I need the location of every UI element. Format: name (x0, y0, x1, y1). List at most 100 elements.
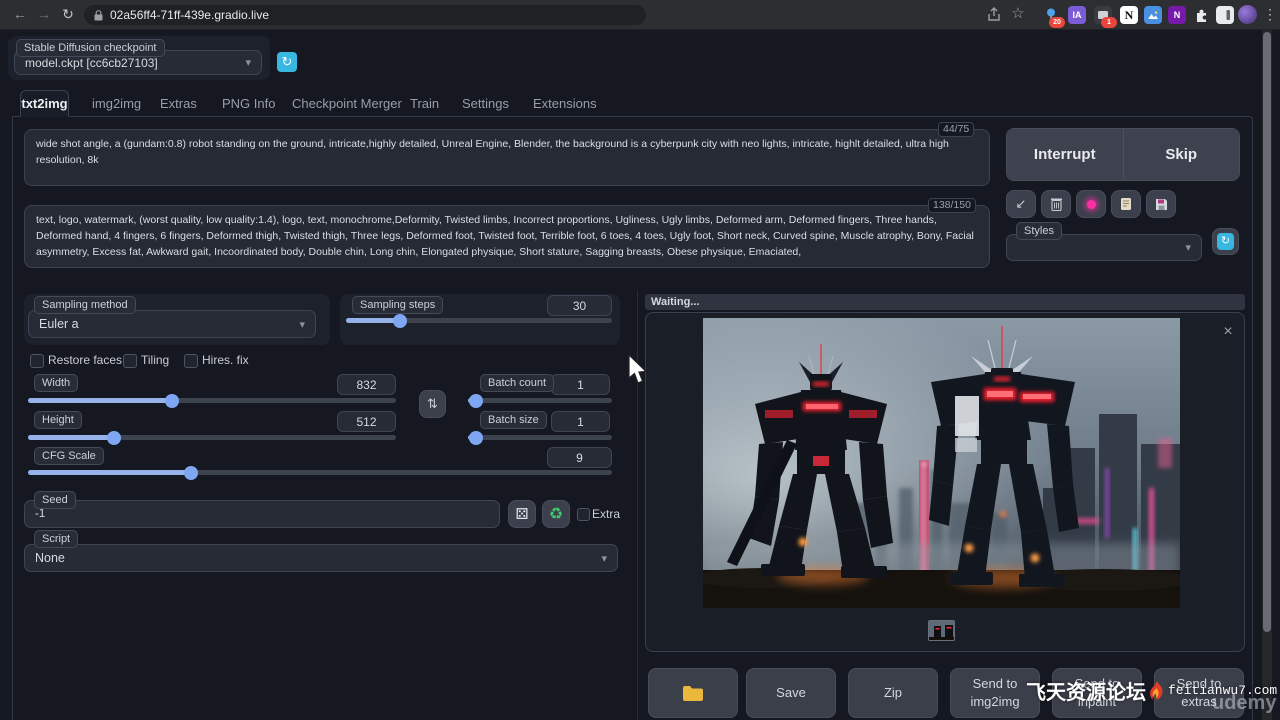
prompt-textarea[interactable]: wide shot angle, a (gundam:0.8) robot st… (24, 129, 990, 186)
tab-extensions[interactable]: Extensions (533, 91, 597, 116)
hires-fix-label: Hires. fix (202, 353, 249, 367)
refresh-checkpoint-button[interactable]: ↻ (277, 52, 297, 72)
negative-prompt-textarea[interactable]: text, logo, watermark, (worst quality, l… (24, 205, 990, 268)
save-button[interactable]: Save (746, 668, 836, 718)
restore-faces-checkbox[interactable] (30, 354, 44, 368)
tab-train[interactable]: Train (410, 91, 439, 116)
tab-txt2img[interactable]: txt2img (20, 90, 69, 117)
tiling-label: Tiling (141, 353, 169, 367)
watermark-site-text: 飞天资源论坛 (1026, 676, 1146, 705)
height-input[interactable]: 512 (337, 411, 396, 432)
width-input[interactable]: 832 (337, 374, 396, 395)
cfg-scale-label: CFG Scale (34, 447, 104, 465)
batch-size-label: Batch size (480, 411, 547, 429)
reload-icon[interactable]: ↻ (58, 4, 78, 24)
apply-style-button[interactable] (1111, 190, 1141, 218)
sampling-steps-input[interactable]: 30 (547, 295, 612, 316)
tab-png-info[interactable]: PNG Info (222, 91, 275, 116)
script-label: Script (34, 530, 78, 548)
extra-networks-button[interactable] (1076, 190, 1106, 218)
refresh-styles-button[interactable]: ↻ (1212, 228, 1239, 255)
reuse-seed-button[interactable]: ♻ (542, 500, 570, 528)
bookmark-star-icon[interactable]: ☆ (1008, 4, 1028, 24)
profile-avatar[interactable] (1238, 5, 1257, 24)
skip-button[interactable]: Skip (1124, 129, 1240, 180)
tab-extras[interactable]: Extras (160, 91, 197, 116)
sampling-method-dropdown[interactable]: Euler a ▾ (28, 310, 316, 338)
back-icon[interactable]: ← (10, 4, 30, 24)
recycle-icon: ♻ (549, 504, 563, 524)
interrupt-button[interactable]: Interrupt (1007, 129, 1124, 180)
progress-bar: Waiting... (645, 294, 1245, 310)
cfg-scale-slider[interactable] (28, 470, 612, 475)
swap-dimensions-button[interactable]: ⇅ (419, 390, 446, 418)
sampling-method-label: Sampling method (34, 296, 136, 314)
ext-notion-icon[interactable]: N (1120, 6, 1138, 24)
restore-faces-label: Restore faces (48, 353, 122, 367)
scrollbar-thumb[interactable] (1263, 32, 1271, 632)
address-bar[interactable]: 02a56ff4-71ff-439e.gradio.live (84, 5, 646, 25)
browser-toolbar: ← → ↻ 02a56ff4-71ff-439e.gradio.live ☆ 2… (0, 0, 1280, 30)
paste-params-button[interactable]: ↙ (1006, 190, 1036, 218)
ext-onenote-icon[interactable]: N (1168, 6, 1186, 24)
script-dropdown[interactable]: None ▾ (24, 544, 618, 572)
batch-count-input[interactable]: 1 (551, 374, 610, 395)
extra-seed-checkbox[interactable] (577, 508, 590, 521)
lock-icon (94, 10, 103, 21)
negative-token-counter: 138/150 (928, 198, 976, 213)
folder-icon (682, 685, 704, 702)
zip-button[interactable]: Zip (848, 668, 938, 718)
sampling-method-value: Euler a (39, 317, 79, 331)
chevron-down-icon: ▾ (601, 552, 607, 565)
height-slider[interactable] (28, 435, 396, 440)
chevron-down-icon: ▾ (245, 56, 251, 69)
paste-arrow-icon: ↙ (1016, 196, 1027, 212)
script-value: None (35, 551, 65, 565)
watermark-domain-text: feitianwu7.com (1168, 683, 1277, 698)
generated-image[interactable] (703, 318, 1180, 608)
swap-arrows-icon: ⇅ (427, 396, 438, 412)
random-seed-button[interactable]: ⚄ (508, 500, 536, 528)
prompt-token-counter: 44/75 (938, 122, 974, 137)
forward-icon[interactable]: → (34, 4, 54, 24)
clear-prompt-button[interactable] (1041, 190, 1071, 218)
ext-ia-icon[interactable]: IA (1068, 6, 1086, 24)
refresh-icon: ↻ (1217, 233, 1234, 250)
tab-img2img[interactable]: img2img (92, 91, 141, 116)
ext-recorder-icon[interactable]: 1 (1094, 6, 1112, 24)
ext-pin-badge: 20 (1049, 17, 1065, 28)
batch-size-slider[interactable] (468, 435, 612, 440)
tiling-checkbox[interactable] (123, 354, 137, 368)
url-text: 02a56ff4-71ff-439e.gradio.live (110, 8, 269, 22)
seed-label: Seed (34, 491, 76, 509)
notepad-icon (1120, 197, 1132, 211)
seed-input[interactable]: -1 (24, 500, 500, 528)
mouse-cursor (627, 354, 649, 386)
batch-count-slider[interactable] (468, 398, 612, 403)
dice-icon: ⚄ (515, 505, 528, 523)
tab-checkpoint-merger[interactable]: Checkpoint Merger (292, 91, 402, 116)
browser-menu-icon[interactable]: ⋮ (1260, 4, 1280, 24)
styles-label: Styles (1016, 222, 1062, 240)
ext-pin-icon[interactable]: 20 (1042, 6, 1060, 24)
ext-puzzle-icon[interactable] (1192, 6, 1210, 24)
sampling-steps-label: Sampling steps (352, 296, 443, 314)
ext-image-icon[interactable] (1144, 6, 1162, 24)
ext-sidebar-icon[interactable] (1216, 6, 1234, 24)
width-slider[interactable] (28, 398, 396, 403)
ext-recorder-badge: 1 (1101, 17, 1117, 28)
cfg-scale-input[interactable]: 9 (547, 447, 612, 468)
width-label: Width (34, 374, 78, 392)
batch-size-input[interactable]: 1 (551, 411, 610, 432)
flame-icon (1148, 680, 1166, 702)
gallery-thumbnail[interactable] (928, 620, 955, 641)
hires-fix-checkbox[interactable] (184, 354, 198, 368)
close-gallery-icon[interactable]: × (1218, 322, 1238, 342)
open-folder-button[interactable] (648, 668, 738, 718)
share-icon[interactable] (986, 7, 1002, 23)
checkpoint-label: Stable Diffusion checkpoint (16, 39, 165, 57)
height-label: Height (34, 411, 82, 429)
tab-settings[interactable]: Settings (462, 91, 509, 116)
sampling-steps-slider[interactable] (346, 318, 612, 323)
save-style-button[interactable] (1146, 190, 1176, 218)
